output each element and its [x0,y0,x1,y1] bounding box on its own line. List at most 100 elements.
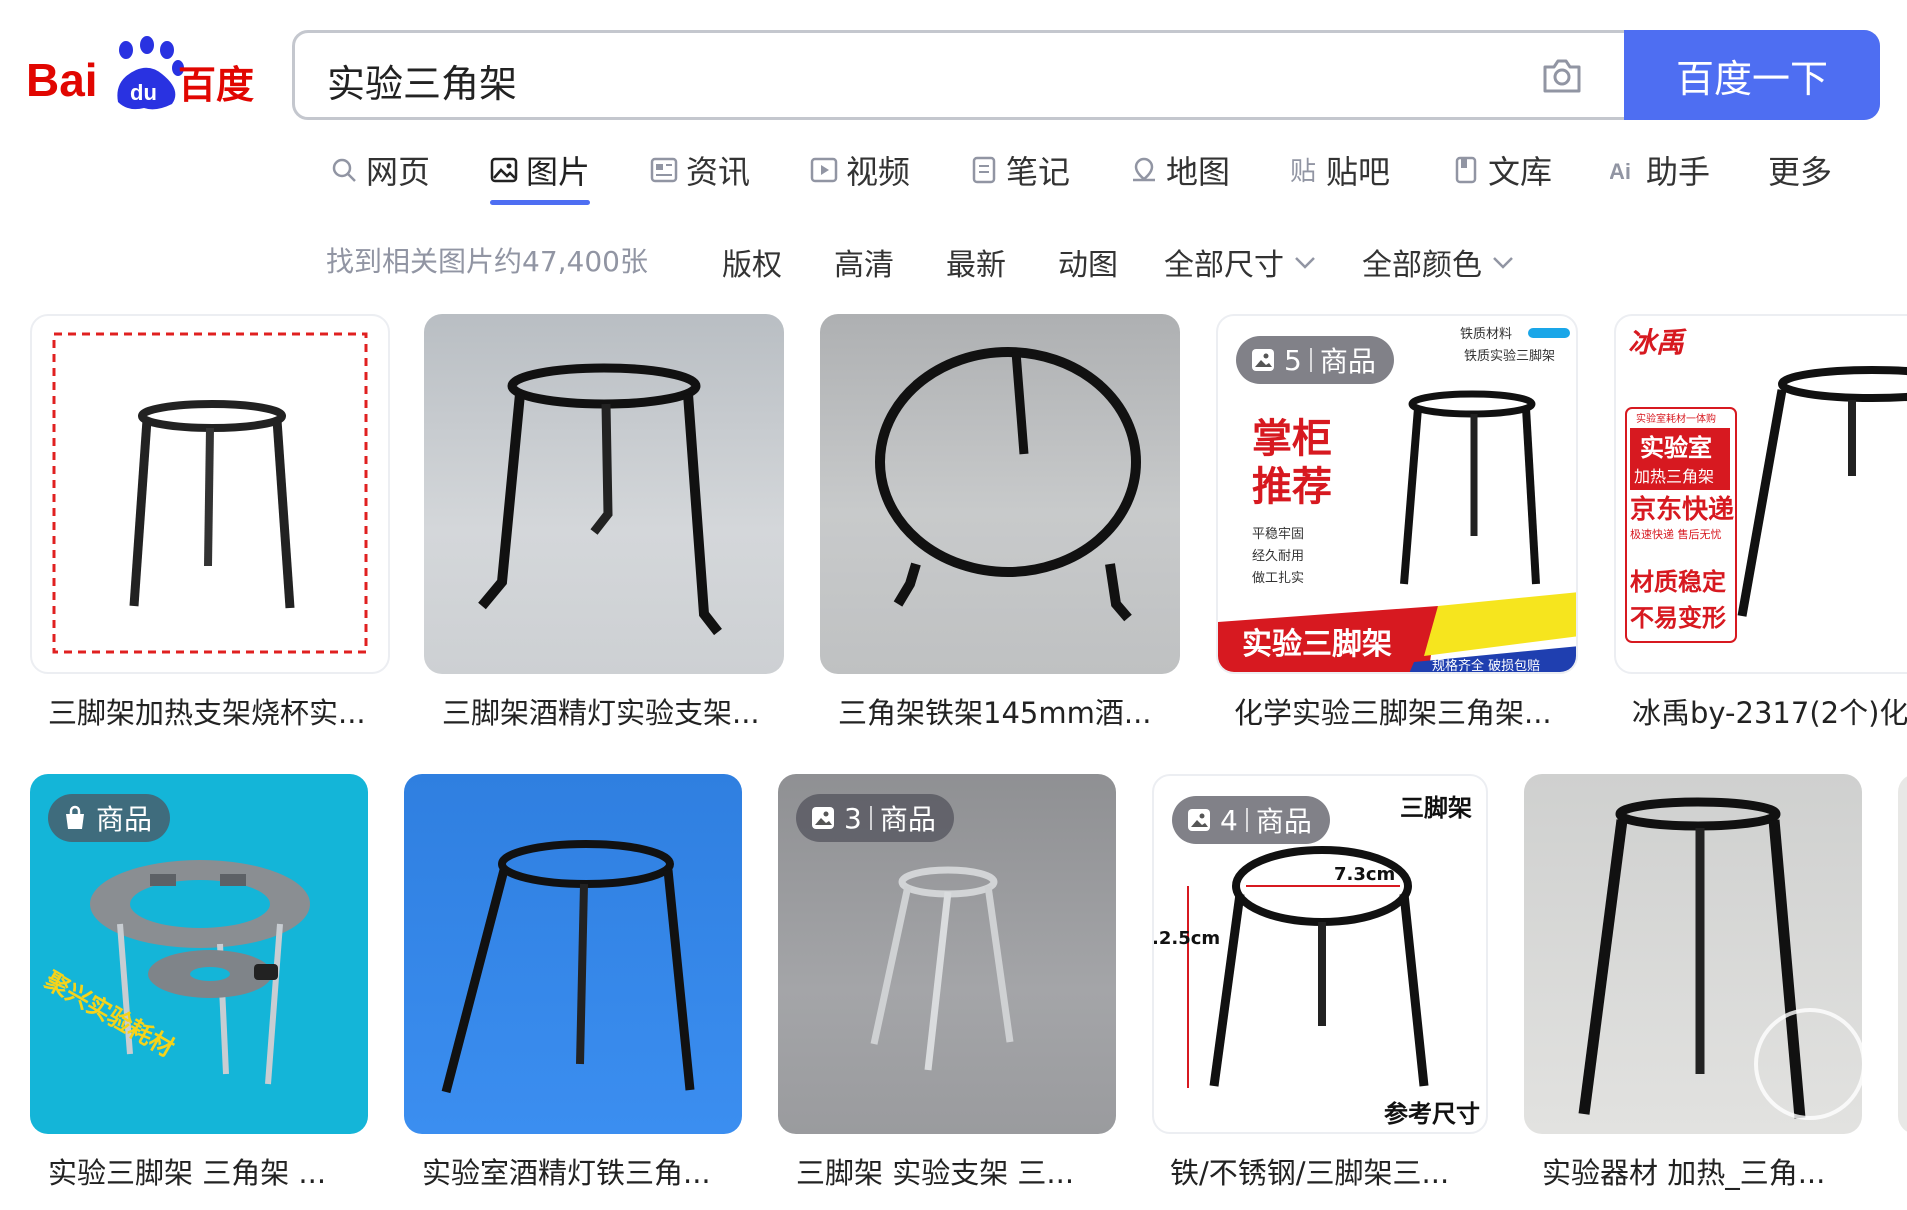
tripod-image [441,840,695,1094]
badge-count: 5 [1284,343,1302,377]
ad-text: 铁质材料 [1460,327,1512,342]
result-image[interactable] [1524,774,1862,1134]
result-card[interactable]: 三脚架 7.3cm .2.5cm 参考尺寸 4 商品 铁/不锈钢/三脚架三... [1152,774,1488,1194]
filter-size-dropdown[interactable]: 全部尺寸 [1164,240,1318,284]
badge-count: 3 [844,801,862,835]
result-image[interactable]: 冰禹 实验室耗材一体购 实验室 加热三角架 京东快递 极速快递 售后无忧 材质稳… [1614,314,1907,674]
gallery-icon [1188,809,1210,831]
badge-divider [869,806,872,830]
result-card[interactable]: 3 商品 三脚架 实验支架 三... [778,774,1116,1194]
filter-latest[interactable]: 最新 [946,240,1006,284]
tab-label: 更多 [1768,153,1833,191]
tab-more[interactable]: 更多 [1768,146,1832,194]
dimension-label: 7.3cm [1334,864,1395,885]
result-caption[interactable]: 实验室酒精灯铁三角... [422,1150,742,1192]
filter-copyright[interactable]: 版权 [722,240,782,284]
badge-label: 商品 [1255,805,1312,838]
tieba-icon: 贴 [1290,157,1316,184]
search-button[interactable]: 百度一下 [1624,30,1880,120]
gallery-icon [812,807,834,829]
tab-label: 视频 [846,153,911,191]
ad-feature: 做工扎实 [1252,571,1304,586]
product-badge: 3 商品 [796,794,954,842]
result-caption[interactable]: 三脚架酒精灯实验支架... [442,690,772,732]
result-card[interactable]: 三角架铁架145mm酒... [820,314,1180,734]
tab-news[interactable]: 资讯 [650,146,750,194]
tab-label: 资讯 [686,153,751,191]
shopping-bag-icon [66,805,84,829]
tab-map[interactable]: 地图 [1130,146,1230,194]
tab-web[interactable]: 网页 [330,146,430,194]
chevron-down-icon [1295,257,1315,269]
result-image[interactable] [30,314,390,674]
result-card[interactable]: 冰禹 实验室耗材一体购 实验室 加热三角架 京东快递 极速快递 售后无忧 材质稳… [1614,314,1907,734]
badge-label: 商品 [96,803,153,836]
image-note: 参考尺寸 [1384,1100,1480,1128]
ad-text: 铁质实验三脚架 [1464,348,1555,364]
result-caption[interactable]: 冰禹by-2317(2个)化学 [1632,690,1907,732]
result-image[interactable]: 3 商品 [778,774,1116,1134]
result-image[interactable] [404,774,742,1134]
map-icon [1133,157,1155,182]
search-tabs: 网页 图片 资讯 视频 笔记 地图 贴 贴吧 文库 Ai 助手 更多 [0,146,1907,206]
filter-color-dropdown[interactable]: 全部颜色 [1362,240,1516,284]
tab-tieba[interactable]: 贴 贴吧 [1290,146,1390,194]
tab-label: 网页 [366,153,431,191]
result-card-partial[interactable] [1898,774,1907,1134]
image-title: 三脚架 [1400,794,1472,822]
result-caption[interactable]: 三角架铁架145mm酒... [838,690,1168,732]
result-image[interactable] [1898,774,1907,1134]
dimension-label: .2.5cm [1154,928,1220,949]
badge-count: 4 [1220,803,1238,837]
result-card[interactable]: 三脚架加热支架烧杯实... [30,314,390,734]
ad-headline: 推荐 [1252,464,1332,510]
tripod-image [1578,797,1862,1120]
badge-divider [1245,808,1248,832]
tab-label: 图片 [526,153,591,191]
result-caption[interactable]: 三脚架加热支架烧杯实... [48,690,378,732]
filter-bar: 找到相关图片约47,400张 版权 高清 最新 动图 全部尺寸 全部颜色 [0,236,1907,286]
tab-label: 贴吧 [1326,153,1391,191]
tab-notes[interactable]: 笔记 [970,146,1070,194]
ad-text: 加热三角架 [1634,467,1714,486]
ad-text: 实验室耗材一体购 [1636,412,1716,425]
result-image[interactable]: 聚兴实验耗材 商品 [30,774,368,1134]
baidu-logo[interactable]: Bai du 百度 [26,36,260,116]
tab-library[interactable]: 文库 [1452,146,1552,194]
ad-text: 极速快递 售后无忧 [1630,527,1722,541]
result-caption[interactable]: 铁/不锈钢/三脚架三... [1170,1150,1490,1192]
result-card[interactable]: 三脚架酒精灯实验支架... [424,314,784,734]
ad-banner: 规格齐全 破损包赔 [1432,658,1540,674]
tab-video[interactable]: 视频 [810,146,910,194]
result-image[interactable]: 三脚架 7.3cm .2.5cm 参考尺寸 4 商品 [1152,774,1488,1134]
result-image[interactable] [424,314,784,674]
tab-label: 助手 [1646,153,1711,191]
ai-icon: Ai [1610,159,1631,184]
result-caption[interactable]: 实验三脚架 三角架 ... [48,1150,368,1192]
result-caption[interactable]: 实验器材 加热_三角... [1542,1150,1862,1192]
result-image[interactable]: 铁质材料 铁质实验三脚架 掌柜 推荐 平稳牢固 经久耐用 做工扎实 实验三脚架 … [1216,314,1578,674]
tab-images[interactable]: 图片 [490,146,590,194]
tab-assistant[interactable]: Ai 助手 [1610,146,1710,194]
library-icon [1455,156,1477,184]
filter-hd[interactable]: 高清 [834,240,894,284]
result-card[interactable]: 铁质材料 铁质实验三脚架 掌柜 推荐 平稳牢固 经久耐用 做工扎实 实验三脚架 … [1216,314,1578,734]
result-caption[interactable]: 三脚架 实验支架 三... [796,1150,1116,1192]
badge-label: 商品 [879,803,936,836]
result-card[interactable]: 实验器材 加热_三角... [1524,774,1862,1194]
result-caption[interactable]: 化学实验三脚架三角架... [1234,690,1564,732]
baidu-logo-mark: Bai du 百度 [26,36,254,110]
result-card[interactable]: 聚兴实验耗材 商品 实验三脚架 三角架 ... [30,774,368,1194]
filter-color-label: 全部颜色 [1362,248,1482,283]
badge-label: 商品 [1319,345,1376,378]
ad-text: 京东快递 [1630,494,1734,525]
result-image[interactable] [820,314,1180,674]
product-ad-image: 冰禹 实验室耗材一体购 实验室 加热三角架 京东快递 极速快递 售后无忧 材质稳… [1625,326,1907,643]
camera-icon[interactable] [1541,55,1583,95]
video-icon [810,157,838,183]
news-icon [650,157,678,183]
result-card[interactable]: 实验室酒精灯铁三角... [404,774,742,1194]
search-input[interactable]: 实验三角架 [327,53,1507,108]
active-tab-indicator [490,200,590,205]
filter-animated[interactable]: 动图 [1058,240,1118,284]
